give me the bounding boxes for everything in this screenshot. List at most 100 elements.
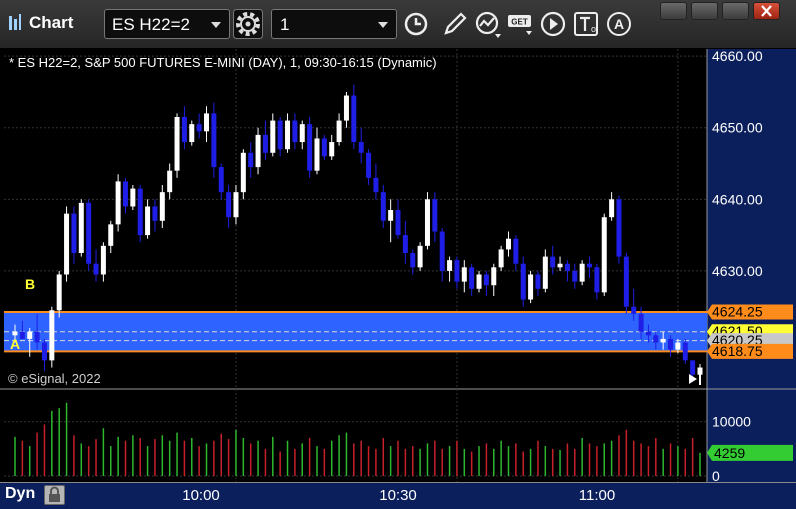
candle-body [270, 120, 276, 153]
plot-background [0, 49, 796, 482]
candle-body [660, 338, 666, 343]
chart-header: * ES H22=2, S&P 500 FUTURES E-MINI (DAY)… [9, 55, 437, 70]
candle-body [189, 124, 195, 143]
candle-body [49, 310, 55, 361]
candle-body [498, 249, 504, 268]
candle-body [587, 263, 593, 268]
candle-body [535, 274, 541, 289]
time-label: 11:00 [578, 487, 616, 504]
candle-body [645, 331, 651, 336]
candle-body [424, 199, 430, 246]
candle-body [167, 170, 173, 193]
candle-body [557, 263, 563, 268]
candle-body [564, 263, 570, 271]
candle-body [307, 124, 313, 171]
time-label: 10:00 [182, 487, 220, 504]
candle-body [432, 199, 438, 232]
candle-body [623, 256, 629, 307]
candle-body [277, 120, 283, 150]
candle-body [675, 342, 681, 350]
candle-body [248, 152, 254, 168]
candle-body [594, 267, 600, 293]
candle-body [159, 192, 165, 221]
candle-body [668, 338, 674, 350]
candle-body [122, 181, 128, 207]
candle-body [417, 245, 423, 268]
candle-body [262, 134, 268, 153]
candle-body [505, 238, 511, 250]
candle-body [196, 124, 202, 132]
lock-icon[interactable] [44, 485, 65, 505]
chart-plot[interactable]: 4660.00 4650.00 4640.00 4630.00 10000 0 4624.2… [0, 0, 796, 482]
price-tag-label: 4618.75 [712, 343, 763, 359]
candle-body [78, 202, 84, 253]
candle-body [329, 142, 335, 157]
candle-body [321, 138, 327, 157]
price-axis-label: 4630.00 [712, 263, 763, 279]
candle-body [336, 120, 342, 143]
candle-body [174, 117, 180, 171]
candle-body [12, 331, 18, 336]
volume-axis-label: 10000 [712, 414, 751, 430]
candle-body [211, 113, 217, 168]
candle-body [690, 360, 696, 375]
candle-body [447, 260, 453, 271]
volume-axis-label: 0 [712, 468, 720, 482]
candle-body [461, 267, 467, 282]
candle-body [491, 267, 497, 286]
candle-body [550, 256, 556, 268]
candle-body [115, 181, 121, 225]
price-axis-label: 4660.00 [712, 48, 763, 64]
candle-body [343, 95, 349, 121]
time-label: 10:30 [379, 487, 417, 504]
candle-body [609, 199, 615, 218]
candle-body [638, 313, 644, 332]
candle-body [358, 142, 364, 153]
price-axis-label: 4650.00 [712, 120, 763, 136]
candle-body [86, 202, 92, 264]
candle-body [520, 263, 526, 300]
candle-body [380, 192, 386, 221]
candle-body [145, 206, 151, 236]
candle-body [601, 217, 607, 293]
candle-body [373, 177, 379, 193]
candle-body [395, 210, 401, 236]
candle-body [137, 188, 143, 236]
candle-body [152, 206, 158, 221]
candle-body [579, 263, 585, 282]
candle-body [469, 267, 475, 289]
price-axis-label: 4640.00 [712, 191, 763, 207]
candle-body [233, 192, 239, 218]
time-axis-bar: Dyn 10:00 10:30 11:00 [0, 482, 796, 509]
candle-body [410, 253, 416, 268]
candle-body [240, 152, 246, 193]
candle-body [682, 342, 688, 361]
candle-body [388, 210, 394, 221]
candle-body [299, 124, 305, 143]
candle-body [108, 224, 114, 246]
marker-b[interactable]: B [25, 276, 35, 292]
price-tag-label: 4624.25 [712, 304, 763, 320]
candle-body [572, 270, 578, 282]
candle-body [314, 138, 320, 171]
candle-body [483, 274, 489, 286]
candle-body [542, 256, 548, 289]
candle-body [56, 274, 62, 311]
candle-body [64, 213, 70, 275]
dynamic-mode-label[interactable]: Dyn [5, 485, 35, 503]
candle-body [19, 331, 25, 339]
candle-body [366, 152, 372, 178]
candle-body [476, 274, 482, 289]
marker-a[interactable]: A [10, 336, 20, 352]
candle-body [93, 263, 99, 275]
candle-body [34, 331, 40, 343]
price-tag: 4618.75 [707, 343, 793, 359]
candle-body [255, 134, 261, 168]
candle-body [285, 120, 291, 150]
candle-body [27, 331, 33, 339]
candle-body [513, 238, 519, 264]
candle-body [351, 95, 357, 143]
candle-body [616, 199, 622, 257]
price-tag: 4624.25 [707, 304, 793, 320]
candle-body [653, 335, 659, 343]
